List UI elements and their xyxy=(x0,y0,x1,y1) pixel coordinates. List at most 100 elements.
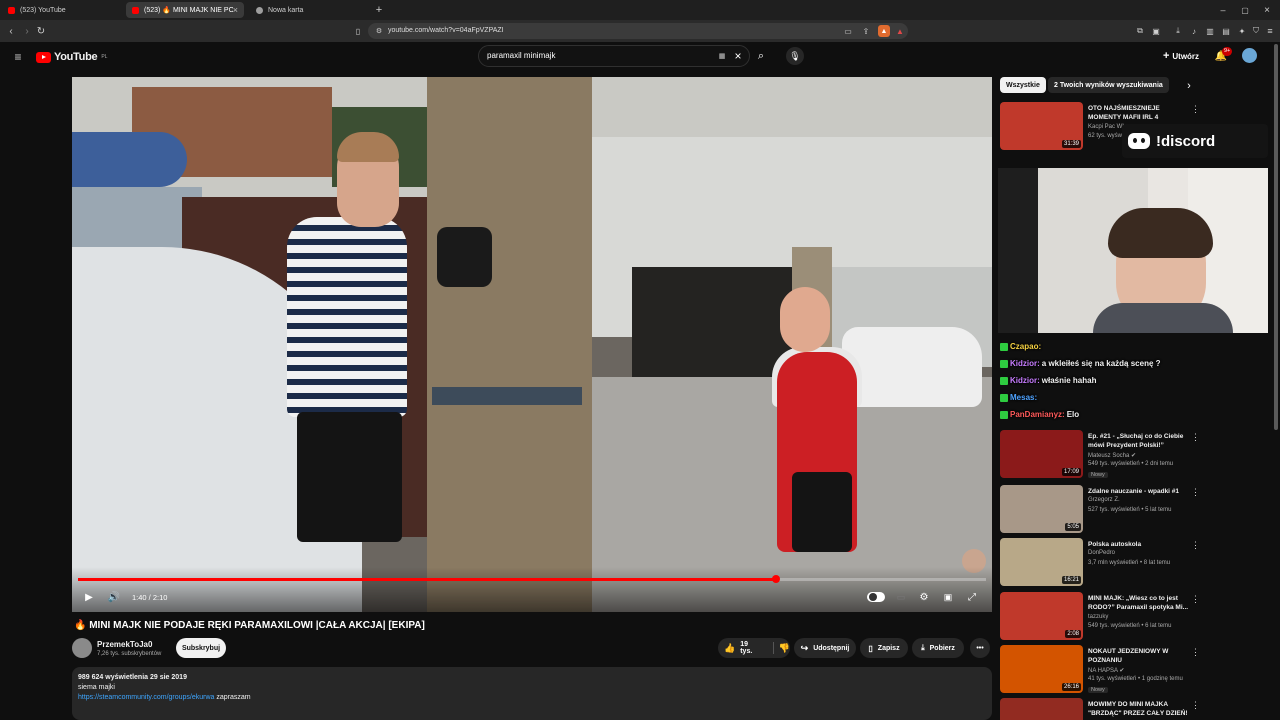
chip-your-results[interactable]: 2 Twoich wyników wyszukiwania xyxy=(1048,77,1169,93)
tab-label: (523) YouTube xyxy=(20,6,66,14)
more-icon[interactable]: ⋮ xyxy=(1191,104,1200,115)
more-icon[interactable]: ⋮ xyxy=(1191,594,1200,605)
rec-title: MOWIMY DO MINI MAJKA "BRZDĄC" PRZEZ CAŁY… xyxy=(1088,701,1188,717)
channel-name[interactable]: PrzemekToJa0 xyxy=(97,640,152,649)
chat-message: Mesas: xyxy=(1000,393,1039,402)
miniplayer-icon[interactable]: ▣ xyxy=(939,588,957,606)
chip-all[interactable]: Wszystkie xyxy=(1000,77,1046,93)
list-item[interactable]: 16:21 Polska autoskola DonPedro 3,7 mln … xyxy=(1000,538,1200,588)
description-line: siema majki xyxy=(78,684,115,691)
reload-icon[interactable]: ↻ xyxy=(34,23,48,39)
video-thumbnail[interactable] xyxy=(1000,698,1083,720)
more-icon[interactable]: ⋮ xyxy=(1191,647,1200,658)
autoplay-toggle[interactable] xyxy=(864,588,888,606)
forward-icon[interactable]: › xyxy=(20,23,34,39)
youtube-favicon-icon xyxy=(132,6,139,14)
video-thumbnail[interactable]: 5:05 xyxy=(1000,485,1083,533)
tab-label: Nowa karta xyxy=(268,6,304,14)
bookmark-icon: ▯ xyxy=(868,643,873,653)
puzzle-icon[interactable]: ✦ xyxy=(1236,25,1248,37)
fullscreen-icon[interactable]: ⤢ xyxy=(963,588,981,606)
subtitles-icon[interactable]: ▭ xyxy=(892,588,910,606)
share-icon[interactable]: ⇪ xyxy=(860,25,872,37)
address-toolbar: ‹ › ↻ ▯ youtube.com/watch?v=04aFpVZPAZI … xyxy=(0,20,1280,42)
search-input[interactable]: paramaxil minimajk xyxy=(478,45,750,67)
rewards-icon[interactable]: ▲ xyxy=(894,25,906,37)
like-button[interactable]: 👍 19 tys. 👎 xyxy=(718,638,790,658)
more-icon[interactable]: ⋮ xyxy=(1191,487,1200,498)
clear-search-icon[interactable]: × xyxy=(731,49,745,63)
brave-shield-icon[interactable]: ▲ xyxy=(878,25,890,37)
site-info-icon[interactable]: ⚙ xyxy=(374,26,384,36)
list-item[interactable]: MOWIMY DO MINI MAJKA "BRZDĄC" PRZEZ CAŁY… xyxy=(1000,698,1200,720)
search-icon[interactable]: ⌕ xyxy=(752,47,770,65)
steam-link[interactable]: https://steamcommunity.com/groups/ekurwa xyxy=(78,694,214,701)
video-thumbnail[interactable]: 17:09 xyxy=(1000,430,1083,478)
video-title: 🔥 MINI MAJK NIE PODAJE RĘKI PARAMAXILOWI… xyxy=(74,620,425,631)
download-button[interactable]: ⤓ Pobierz xyxy=(912,638,964,658)
avatar[interactable] xyxy=(1242,48,1257,63)
discord-logo-icon xyxy=(1128,133,1150,149)
search-value: paramaxil minimajk xyxy=(487,51,556,60)
more-icon[interactable]: ⋮ xyxy=(1191,540,1200,551)
tab-youtube[interactable]: (523) YouTube xyxy=(2,2,120,18)
maximize-icon[interactable]: ▢ xyxy=(1238,3,1252,17)
url-text: youtube.com/watch?v=04aFpVZPAZI xyxy=(388,27,504,34)
video-thumbnail[interactable]: 16:21 xyxy=(1000,538,1083,586)
youtube-logo[interactable]: YouTube PL xyxy=(36,51,107,63)
menu-icon[interactable]: ≡ xyxy=(1264,25,1276,37)
tab-new[interactable]: Nowa karta xyxy=(250,2,368,18)
vpn-icon[interactable]: ⛉ xyxy=(1250,25,1262,37)
volume-icon[interactable]: 🔊 xyxy=(105,588,123,606)
share-button[interactable]: ↪ Udostępnij xyxy=(794,638,856,658)
save-button[interactable]: ▯ Zapisz xyxy=(860,638,908,658)
url-field[interactable]: youtube.com/watch?v=04aFpVZPAZI xyxy=(368,23,908,39)
wallet-icon[interactable]: ▣ xyxy=(1150,25,1162,37)
list-item[interactable]: 5:05 Zdalne nauczanie - wpadki #1 Grzego… xyxy=(1000,485,1200,535)
play-icon[interactable]: ▶ xyxy=(80,588,98,606)
hamburger-menu-icon[interactable]: ≡ xyxy=(10,49,26,65)
list-item[interactable]: 26:16 NOKAUT JEDZENIOWY W POZNANIU NA HA… xyxy=(1000,645,1200,695)
more-icon[interactable]: ⋮ xyxy=(1191,700,1200,711)
new-badge: Nowy xyxy=(1088,472,1108,478)
keyboard-icon[interactable]: ▦ xyxy=(716,51,728,61)
voice-search-icon[interactable]: 🎙 xyxy=(786,47,804,65)
thumbs-down-icon[interactable]: 👎 xyxy=(779,643,790,654)
video-player[interactable]: ▶ 🔊 1:40 / 2:10 ▭ ⚙ ▣ ⤢ xyxy=(72,77,992,612)
rec-title: MINI MAJK: „Wiesz co to jest RODO?” Para… xyxy=(1088,595,1189,611)
extensions-icon[interactable]: ⧉ xyxy=(1134,25,1146,37)
list-item[interactable]: 17:09 Ep. #21 - „Słuchaj co do Ciebie mó… xyxy=(1000,430,1200,480)
close-tab-icon[interactable]: × xyxy=(233,5,238,15)
description-box[interactable]: 989 624 wyświetlenia 29 sie 2019 siema m… xyxy=(72,667,992,720)
tab-video[interactable]: (523) 🔥 MINI MAJK NIE PODA... × xyxy=(126,2,244,18)
bookmark-icon[interactable]: ▯ xyxy=(352,23,364,39)
share-arrow-icon: ↪ xyxy=(800,642,809,653)
share-label: Udostępnij xyxy=(813,644,850,652)
video-thumbnail[interactable]: 26:16 xyxy=(1000,645,1083,693)
new-tab-button[interactable]: + xyxy=(372,3,386,17)
back-icon[interactable]: ‹ xyxy=(4,23,18,39)
music-icon[interactable]: ♪ xyxy=(1188,25,1200,37)
progress-bar[interactable] xyxy=(78,575,986,583)
list-item[interactable]: 2:08 MINI MAJK: „Wiesz co to jest RODO?”… xyxy=(1000,592,1200,642)
subscribe-button[interactable]: Subskrybuj xyxy=(176,638,226,658)
chips-next-icon[interactable]: › xyxy=(1182,79,1196,93)
settings-icon[interactable]: ⚙ xyxy=(915,588,933,606)
progress-scrubber[interactable] xyxy=(772,575,781,583)
minimize-icon[interactable]: – xyxy=(1216,3,1230,17)
video-thumbnail[interactable]: 2:08 xyxy=(1000,592,1083,640)
subscribe-label: Subskrybuj xyxy=(181,644,221,652)
channel-avatar[interactable] xyxy=(72,638,92,658)
sidebar-icon[interactable]: ▥ xyxy=(1204,25,1216,37)
more-actions-button[interactable]: ••• xyxy=(970,638,990,658)
video-thumbnail[interactable]: 31:39 xyxy=(1000,102,1083,150)
install-icon[interactable]: ▭ xyxy=(842,25,854,37)
scrollbar[interactable] xyxy=(1274,44,1278,430)
rec-meta: 527 tys. wyświetleń • 5 lat temu xyxy=(1088,507,1172,513)
more-icon[interactable]: ⋮ xyxy=(1191,432,1200,443)
tabs-icon[interactable]: ▤ xyxy=(1220,25,1232,37)
create-button[interactable]: + Utwórz xyxy=(1160,48,1202,64)
youtube-header: ≡ YouTube PL paramaxil minimajk ▦ × ⌕ 🎙 … xyxy=(0,42,1280,72)
download-icon[interactable]: ⤓ xyxy=(1172,25,1184,37)
close-window-icon[interactable]: × xyxy=(1260,3,1274,17)
